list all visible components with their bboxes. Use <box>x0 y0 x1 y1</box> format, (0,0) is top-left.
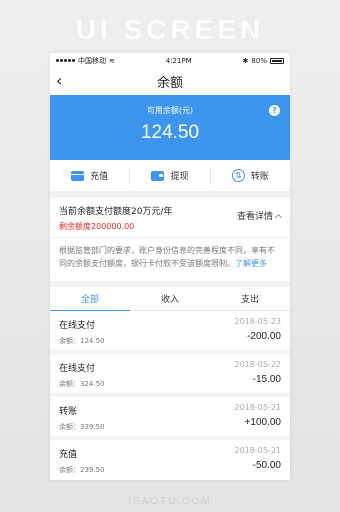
withdraw-label: 提现 <box>170 172 189 182</box>
transaction-amount: -15.00 <box>252 374 281 385</box>
transaction-date: 2018-05-23 <box>234 317 282 326</box>
learn-more-link[interactable]: 了解更多 <box>235 259 267 268</box>
action-bar: 充值 提现 ⇅ 转账 <box>50 160 290 192</box>
list-item[interactable]: 充值 余额：239.50 2018-05-21 -50.00 <box>50 440 290 479</box>
card-icon <box>71 170 85 181</box>
clock: 4:21PM <box>165 56 192 65</box>
transaction-balance: 余额：324.50 <box>59 380 105 388</box>
tab-income[interactable]: 收入 <box>130 287 210 310</box>
status-bar: 中国移动 ≋ 4:21PM ✱ 80% <box>50 53 290 68</box>
list-item[interactable]: 在线支付 余额：124.50 2018-05-23 -200.00 <box>50 311 290 350</box>
wallet-icon <box>151 170 165 181</box>
list-item[interactable]: 转账 余额：339.50 2018-05-21 +100.00 <box>50 397 290 436</box>
transfer-icon: ⇅ <box>231 169 245 182</box>
recharge-button[interactable]: 充值 <box>50 167 129 185</box>
limit-section: 当前余额支付额度20万元/年 剩余额度200000.00 查看详情 <box>50 198 290 238</box>
battery-icon <box>269 57 284 64</box>
list-item[interactable]: 在线支付 余额：324.50 2018-05-22 -15.00 <box>50 354 290 393</box>
transaction-amount: -200.00 <box>247 331 281 342</box>
transaction-amount: +100.00 <box>244 417 281 428</box>
transaction-balance: 余额：239.50 <box>59 466 105 474</box>
bluetooth-icon: ✱ <box>242 56 249 65</box>
transaction-date: 2018-05-22 <box>234 360 282 369</box>
carrier-label: 中国移动 <box>78 56 106 65</box>
balance-amount: 124.50 <box>140 122 200 143</box>
footer-watermark: ISAOTU.COM <box>128 496 212 507</box>
limit-remaining: 剩余额度200000.00 <box>59 222 135 231</box>
banner-title: UI SCREEN <box>75 14 265 45</box>
chevron-up-icon <box>274 213 283 221</box>
page-title: 余额 <box>156 76 183 91</box>
transfer-label: 转账 <box>250 172 269 182</box>
phone-screen: 中国移动 ≋ 4:21PM ✱ 80% ‹ 余额 可用余额(元) 124.50 … <box>50 53 290 480</box>
transaction-date: 2018-05-21 <box>234 446 282 455</box>
nav-bar: ‹ 余额 <box>50 68 290 95</box>
signal-icon <box>56 59 75 62</box>
view-details-label: 查看详情 <box>236 212 273 222</box>
balance-card: 可用余额(元) 124.50 ? <box>50 95 290 160</box>
back-icon[interactable]: ‹ <box>56 73 62 89</box>
recharge-label: 充值 <box>90 172 109 182</box>
view-details-button[interactable]: 查看详情 <box>236 209 283 222</box>
transaction-list: 在线支付 余额：124.50 2018-05-23 -200.00 在线支付 余… <box>50 311 290 479</box>
filter-tabs: 全部 收入 支出 <box>50 287 290 311</box>
help-icon[interactable]: ? <box>269 105 280 116</box>
withdraw-button[interactable]: 提现 <box>129 166 209 185</box>
tab-expense[interactable]: 支出 <box>210 287 290 310</box>
wifi-icon: ≋ <box>109 56 115 65</box>
tab-all[interactable]: 全部 <box>50 287 130 311</box>
transaction-amount: -50.00 <box>252 460 281 471</box>
balance-label: 可用余额(元) <box>146 106 194 115</box>
notice-text: 根据监管部门的要求，账户身份信息的完善程度不同，享有不同的余额支付额度，银行卡付… <box>50 238 290 281</box>
transaction-date: 2018-05-21 <box>234 403 282 412</box>
battery-percent: 80% <box>251 56 267 65</box>
transfer-button[interactable]: ⇅ 转账 <box>209 166 290 185</box>
